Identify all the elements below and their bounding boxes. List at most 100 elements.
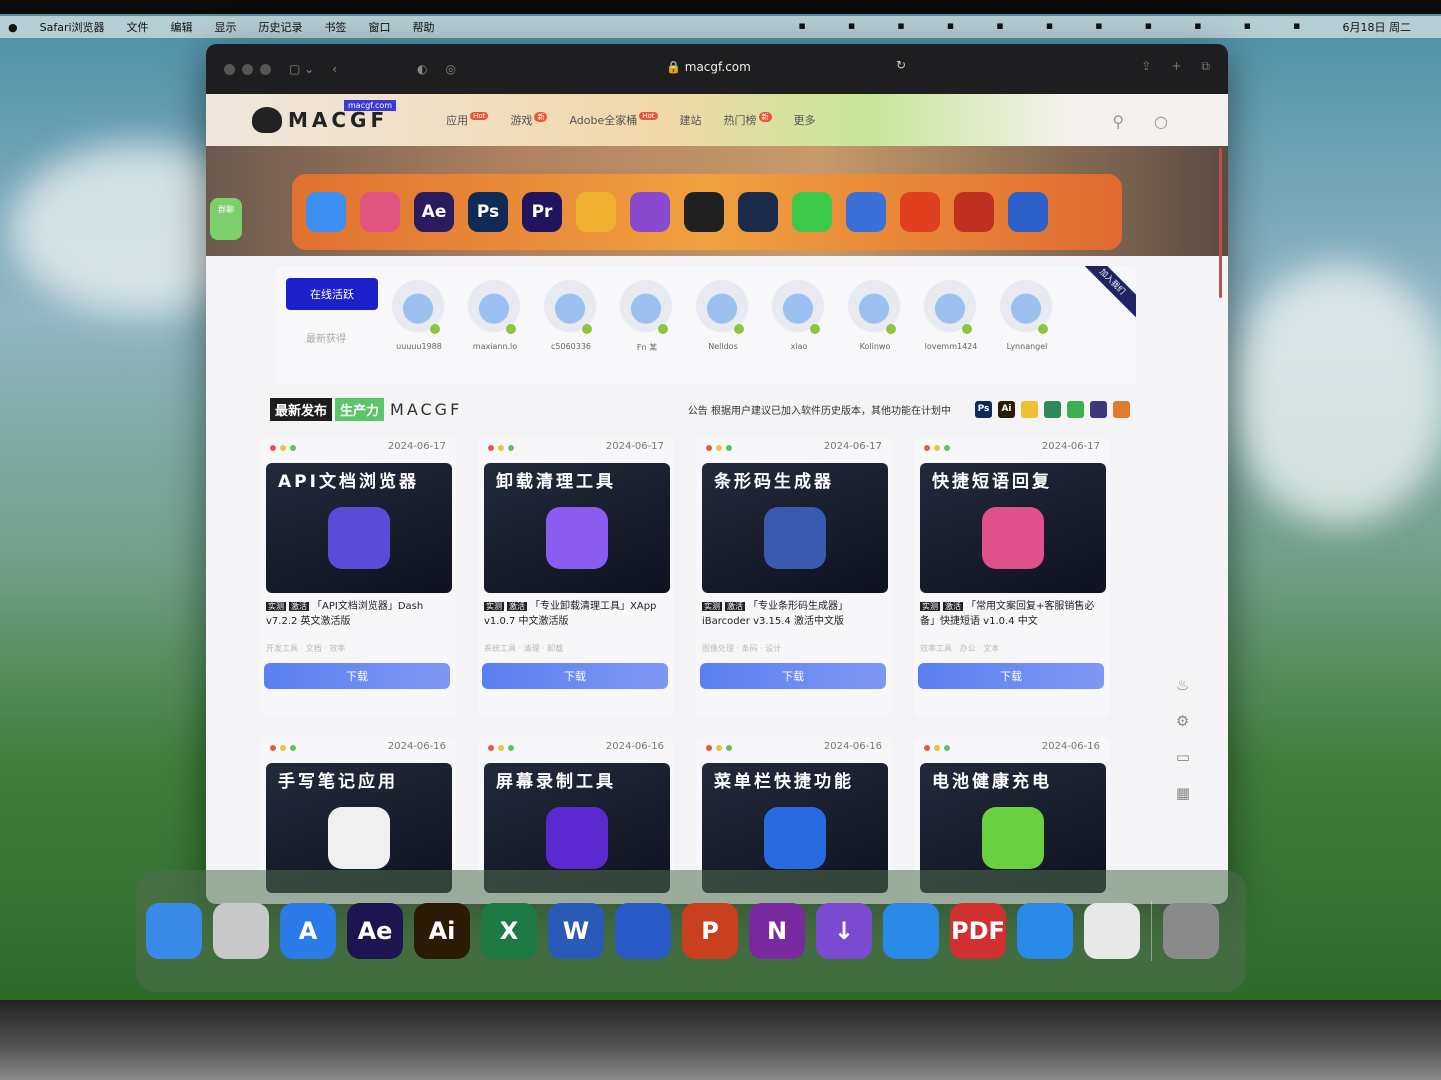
dock-pdf-expert-icon[interactable]: PDF: [950, 903, 1006, 959]
chat-icon[interactable]: ▭: [1176, 748, 1190, 766]
menu-item[interactable]: 窗口: [369, 19, 391, 35]
menu-item[interactable]: 文件: [127, 19, 149, 35]
menu-item[interactable]: Safari浏览器: [40, 19, 105, 35]
productivity-badge[interactable]: 生产力: [335, 398, 385, 421]
dock-excel-icon[interactable]: X: [481, 903, 537, 959]
card-description[interactable]: 实测 激活 「专业卸载清理工具」XApp v1.0.7 中文激活版: [484, 599, 670, 629]
dock-launchpad-icon[interactable]: [213, 903, 269, 959]
grid-icon[interactable]: ▪: [947, 19, 954, 35]
software-icon[interactable]: [1067, 401, 1084, 418]
reload-icon[interactable]: ↻: [896, 58, 906, 72]
menu-item[interactable]: 编辑: [171, 19, 193, 35]
apple-icon[interactable]: ●: [8, 21, 18, 34]
download-button[interactable]: 下载: [918, 663, 1104, 689]
app-icon[interactable]: [630, 192, 670, 232]
address-bar[interactable]: 🔒 macgf.com: [666, 60, 751, 74]
software-icon[interactable]: Ai: [998, 401, 1015, 418]
app-icon[interactable]: [846, 192, 886, 232]
yi-icon[interactable]: ▪: [897, 19, 904, 35]
software-card[interactable]: 2024-06-17 快捷短语回复 实测 激活 「常用文案回复+客服销售必备」快捷短语 …: [914, 437, 1110, 717]
software-card[interactable]: 2024-06-17 API文档浏览器 实测 激活 「API文档浏览器」Dash v7.…: [260, 437, 456, 717]
software-card[interactable]: 2024-06-17 条形码生成器 实测 激活 「专业条形码生成器」iBarcoder …: [696, 437, 892, 717]
dock-downie-icon[interactable]: ↓: [816, 903, 872, 959]
qr-icon[interactable]: ▦: [1176, 784, 1190, 802]
scrollbar[interactable]: [1219, 148, 1222, 298]
card-description[interactable]: 实测 激活 「常用文案回复+客服销售必备」快捷短语 v1.0.4 中文: [920, 599, 1106, 629]
wifi-icon[interactable]: ▪: [1194, 19, 1201, 35]
nav-item[interactable]: Adobe全家桶 Hot: [569, 112, 658, 128]
s-icon[interactable]: ▪: [1095, 19, 1102, 35]
user-item[interactable]: maxiann.lo: [468, 280, 522, 353]
download-button[interactable]: 下载: [264, 663, 450, 689]
app-icon[interactable]: [1008, 192, 1048, 232]
dock-illustrator-icon[interactable]: Ai: [414, 903, 470, 959]
new-tab-icon[interactable]: +: [1171, 59, 1181, 74]
menu-item[interactable]: 书签: [325, 19, 347, 35]
software-icon[interactable]: Ps: [975, 401, 992, 418]
dock-safari-icon[interactable]: [883, 903, 939, 959]
battery-app-icon[interactable]: ▪: [848, 19, 855, 35]
card-thumbnail[interactable]: 快捷短语回复: [920, 463, 1106, 593]
sidebar-icon[interactable]: ▢ ⌄: [289, 62, 314, 76]
app-icon[interactable]: [684, 192, 724, 232]
card-description[interactable]: 实测 激活 「专业条形码生成器」iBarcoder v3.15.4 激活中文版: [702, 599, 888, 629]
card-description[interactable]: 实测 激活 「API文档浏览器」Dash v7.2.2 英文激活版: [266, 599, 452, 629]
group-chat-button[interactable]: 群聊: [210, 198, 242, 240]
control-center-icon[interactable]: ▪: [1293, 19, 1300, 35]
app-icon[interactable]: [360, 192, 400, 232]
user-item[interactable]: Lynnangel: [1000, 280, 1054, 353]
nav-item[interactable]: 更多: [794, 112, 816, 128]
hot-icon[interactable]: ♨: [1176, 676, 1190, 694]
download-button[interactable]: 下载: [482, 663, 668, 689]
card-thumbnail[interactable]: 卸载清理工具: [484, 463, 670, 593]
window-controls[interactable]: [224, 63, 271, 75]
battery-icon[interactable]: ▪: [1046, 19, 1053, 35]
star-icon[interactable]: ▪: [1145, 19, 1152, 35]
card-thumbnail[interactable]: 条形码生成器: [702, 463, 888, 593]
site-logo[interactable]: MACGF macgf.com: [252, 100, 397, 133]
user-item[interactable]: Nelldos: [696, 280, 750, 353]
dock-finder-icon[interactable]: [146, 903, 202, 959]
dock-after-effects-icon[interactable]: Ae: [347, 903, 403, 959]
dock-word-icon[interactable]: W: [548, 903, 604, 959]
menu-item[interactable]: 历史记录: [259, 19, 303, 35]
app-icon[interactable]: Ps: [468, 192, 508, 232]
nav-item[interactable]: 游戏新: [510, 112, 548, 128]
user-item[interactable]: Fn 某: [620, 280, 674, 353]
nav-item[interactable]: 建站: [680, 112, 702, 128]
app-icon[interactable]: [900, 192, 940, 232]
card-thumbnail[interactable]: API文档浏览器: [266, 463, 452, 593]
dock-powerpoint-icon[interactable]: P: [682, 903, 738, 959]
messages-icon[interactable]: ▪: [798, 19, 805, 35]
search-icon[interactable]: ⚲: [1112, 112, 1124, 131]
privacy-icon[interactable]: ◐: [417, 62, 427, 76]
join-ribbon[interactable]: 加入我们: [1070, 266, 1136, 324]
online-active-tab[interactable]: 在线活跃: [286, 278, 378, 310]
software-icon[interactable]: [1090, 401, 1107, 418]
user-item[interactable]: xiao: [772, 280, 826, 353]
menu-item[interactable]: 显示: [215, 19, 237, 35]
app-icon[interactable]: Ae: [414, 192, 454, 232]
extension-icon[interactable]: ◎: [446, 62, 456, 76]
software-card[interactable]: 2024-06-17 卸载清理工具 实测 激活 「专业卸载清理工具」XApp v1.0.…: [478, 437, 674, 717]
app-icon[interactable]: [792, 192, 832, 232]
latest-tab[interactable]: 最新获得: [306, 330, 346, 345]
download-button[interactable]: 下载: [700, 663, 886, 689]
dock-mountain-app-icon[interactable]: [1017, 903, 1073, 959]
dock-trash-icon[interactable]: [1163, 903, 1219, 959]
app-icon[interactable]: [954, 192, 994, 232]
user-item[interactable]: Kolinwo: [848, 280, 902, 353]
share-icon[interactable]: ⇪: [1141, 59, 1151, 74]
user-item[interactable]: c5060336: [544, 280, 598, 353]
app-icon[interactable]: Pr: [522, 192, 562, 232]
nav-item[interactable]: 应用 Hot: [446, 112, 489, 128]
software-icon[interactable]: [1021, 401, 1038, 418]
dock-app-store-icon[interactable]: A: [280, 903, 336, 959]
software-icon[interactable]: [1044, 401, 1061, 418]
user-icon[interactable]: ○: [1154, 112, 1168, 131]
app-icon[interactable]: [738, 192, 778, 232]
dock-chrome-icon[interactable]: [1084, 903, 1140, 959]
menu-item[interactable]: 帮助: [413, 19, 435, 35]
settings-icon[interactable]: ⚙: [1176, 712, 1190, 730]
shield-icon[interactable]: ▪: [996, 19, 1003, 35]
